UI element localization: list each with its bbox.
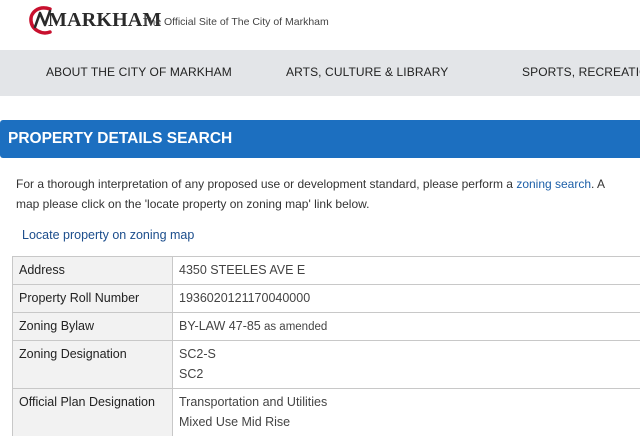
site-tagline: The Official Site of The City of Markham — [143, 16, 329, 28]
table-row: Zoning Bylaw BY-LAW 47-85 as amended — [12, 312, 640, 341]
zoning-bylaw-suffix: as amended — [260, 321, 328, 333]
zoning-designation-value: SC2-S SC2 — [172, 340, 640, 389]
zoning-bylaw-value: BY-LAW 47-85 as amended — [172, 312, 640, 341]
zoning-designation-line-1: SC2-S — [179, 347, 216, 361]
zoning-designation-label: Zoning Designation — [12, 340, 173, 389]
zoning-bylaw-label: Zoning Bylaw — [12, 312, 173, 341]
table-row: Official Plan Designation Transportation… — [12, 388, 640, 436]
intro-text-post: . A — [591, 177, 606, 191]
official-plan-line-1: Transportation and Utilities — [179, 395, 328, 409]
page-title: PROPERTY DETAILS SEARCH — [8, 130, 233, 147]
property-details-table: Address 4350 STEELES AVE E Property Roll… — [12, 256, 640, 436]
official-plan-line-2: Mixed Use Mid Rise — [179, 415, 291, 429]
zoning-designation-line-2: SC2 — [179, 367, 204, 381]
nav-item-about[interactable]: ABOUT THE CITY OF MARKHAM — [46, 65, 232, 79]
zoning-search-link[interactable]: zoning search — [516, 177, 591, 191]
zoning-bylaw-number: BY-LAW 47-85 — [179, 319, 261, 333]
nav-item-sports-recreation[interactable]: SPORTS, RECREATION — [522, 65, 640, 79]
roll-number-value: 1936020121170040000 — [172, 284, 640, 313]
address-value: 4350 STEELES AVE E — [172, 256, 640, 285]
table-row: Address 4350 STEELES AVE E — [12, 256, 640, 285]
site-header: MARKHAM The Official Site of The City of… — [0, 0, 640, 50]
nav-item-arts-culture-library[interactable]: ARTS, CULTURE & LIBRARY — [286, 65, 448, 79]
intro-line-1: For a thorough interpretation of any pro… — [16, 174, 640, 194]
intro-text-pre: For a thorough interpretation of any pro… — [16, 177, 517, 191]
table-row: Property Roll Number 1936020121170040000 — [12, 284, 640, 313]
address-label: Address — [12, 256, 173, 285]
locate-property-link[interactable]: Locate property on zoning map — [22, 228, 194, 242]
table-row: Zoning Designation SC2-S SC2 — [12, 340, 640, 389]
intro-line-2: map please click on the 'locate property… — [16, 197, 370, 211]
page-title-banner: PROPERTY DETAILS SEARCH — [0, 120, 640, 158]
official-plan-value: Transportation and Utilities Mixed Use M… — [172, 388, 640, 436]
markham-logo[interactable]: MARKHAM — [28, 3, 162, 37]
main-navigation: ABOUT THE CITY OF MARKHAM ARTS, CULTURE … — [0, 50, 640, 96]
official-plan-label: Official Plan Designation — [12, 388, 173, 436]
roll-number-label: Property Roll Number — [12, 284, 173, 313]
intro-paragraph: For a thorough interpretation of any pro… — [16, 174, 640, 214]
